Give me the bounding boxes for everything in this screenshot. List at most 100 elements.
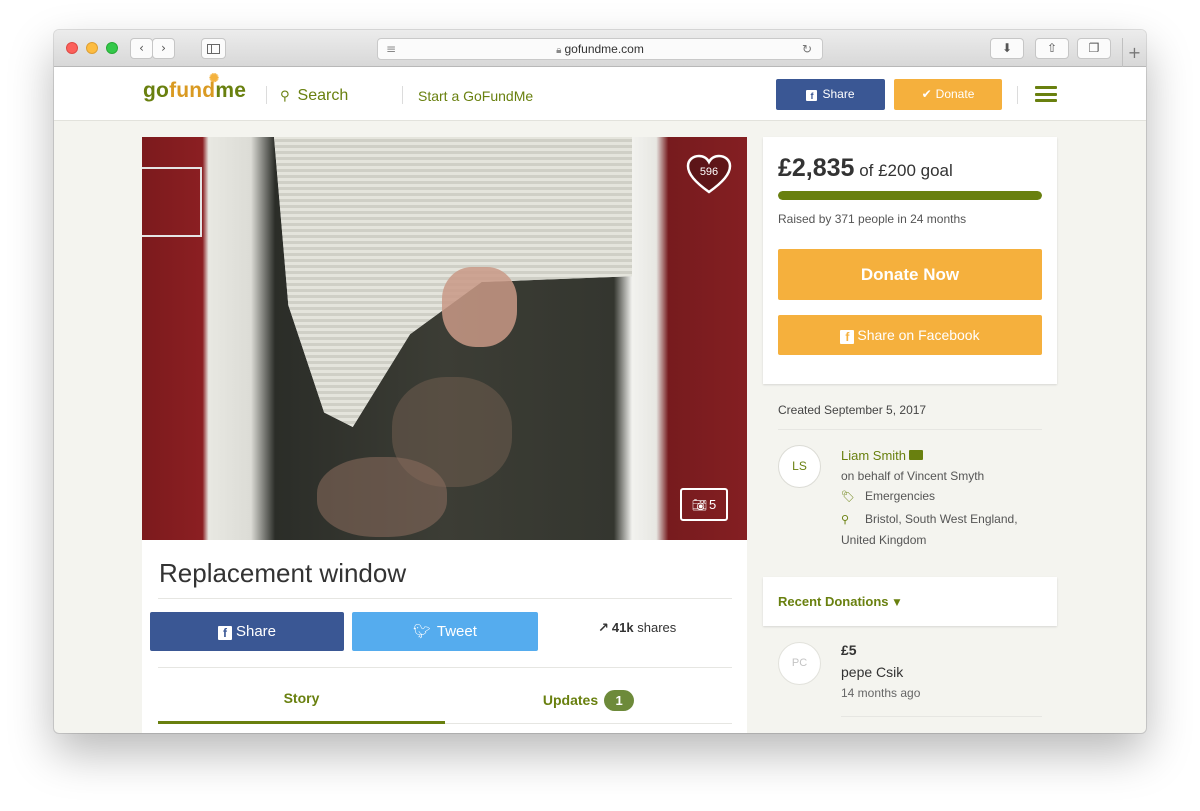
photo-count: 5	[709, 497, 717, 512]
recent-donations-label: Recent Donations	[778, 594, 889, 609]
share-count: ↗ 41k shares	[598, 620, 676, 636]
hand	[442, 267, 517, 347]
campaign-title: Replacement window	[159, 558, 407, 588]
progress-fill	[778, 191, 1042, 200]
header-divider	[402, 86, 403, 104]
organizer-avatar: LS	[778, 445, 821, 488]
donate-now-button[interactable]: Donate Now	[778, 249, 1042, 300]
goal-text: of £200 goal	[859, 161, 953, 180]
updates-count-badge: 1	[604, 690, 635, 711]
site-header: gofundme ✺ ⚲ Search Start a GoFundMe f Sha…	[54, 67, 1146, 121]
search-link[interactable]: ⚲ Search	[280, 87, 348, 105]
search-label: Search	[297, 87, 349, 104]
start-gofundme-link[interactable]: Start a GoFundMe	[418, 88, 533, 104]
share-sheet-button[interactable]: ⇧	[1035, 38, 1069, 59]
recent-donations-header[interactable]: Recent Donations ▼	[763, 577, 1057, 626]
organizer-name-link[interactable]: Liam Smith	[841, 448, 924, 463]
tab-updates-label: Updates	[542, 692, 599, 708]
beneficiary-text: on behalf of Vincent Smyth	[841, 469, 985, 483]
minimize-window-button[interactable]	[86, 42, 98, 54]
downloads-button[interactable]: ⬇	[990, 38, 1024, 59]
share-on-facebook-button[interactable]: f Share on Facebook	[778, 315, 1042, 355]
tab-story[interactable]: Story	[158, 690, 445, 706]
trending-icon: ↗	[598, 621, 609, 636]
active-tab-indicator	[158, 721, 445, 724]
logo-sun-icon: ✺	[209, 71, 220, 85]
close-window-button[interactable]	[66, 42, 78, 54]
campaign-card: Replacement window f Share 🐦︎ Tweet ↗ 41k s…	[142, 540, 747, 733]
envelope-icon[interactable]	[909, 450, 924, 460]
share-on-facebook-label: Share on Facebook	[857, 327, 980, 343]
url-text: gofundme.com	[564, 42, 644, 56]
tab-updates[interactable]: Updates 1	[445, 690, 732, 711]
divider	[158, 667, 732, 668]
tweet-button[interactable]: 🐦︎ Tweet	[352, 612, 538, 651]
facebook-icon: f	[806, 90, 818, 101]
tabs-overview-button[interactable]: ❐	[1077, 38, 1111, 59]
zoom-window-button[interactable]	[106, 42, 118, 54]
heart-button[interactable]: 596	[685, 153, 733, 195]
donation-time: 14 months ago	[841, 686, 921, 700]
divider	[841, 716, 1042, 717]
browser-window: ‹ › ≡ 🔒︎ gofundme.com ↻ ⬇ ⇧ ❐ + gofundme …	[54, 30, 1146, 733]
share-count-label: shares	[637, 620, 677, 635]
twitter-icon: 🐦︎	[413, 624, 431, 640]
header-donate-button[interactable]: ✔ Donate	[894, 79, 1002, 110]
category-label: Emergencies	[865, 489, 936, 503]
photo-gallery-button[interactable]: 📷︎ 5	[680, 488, 728, 521]
address-bar[interactable]: ≡ 🔒︎ gofundme.com ↻	[377, 38, 823, 60]
lock-icon: 🔒︎	[556, 45, 562, 56]
header-share-button[interactable]: f Share	[776, 79, 885, 110]
tabs-icon: ❐	[1088, 41, 1100, 55]
tweet-label: Tweet	[436, 623, 477, 640]
facebook-icon: f	[840, 330, 855, 344]
share-label: Share	[235, 623, 277, 640]
logo-me-text: me	[215, 79, 247, 102]
header-divider	[1017, 86, 1018, 104]
reload-icon[interactable]: ↻	[802, 39, 812, 59]
header-donate-label: Donate	[935, 87, 975, 101]
campaign-photo[interactable]: 596 📷︎ 5	[142, 137, 747, 540]
donation-amount: £5	[841, 642, 857, 658]
chevron-right-icon: ›	[161, 41, 166, 55]
camera-icon: 📷︎	[691, 498, 707, 512]
forward-button[interactable]: ›	[152, 38, 175, 59]
header-share-label: Share	[822, 87, 855, 101]
donor-avatar: PC	[778, 642, 821, 685]
gofundme-logo[interactable]: gofundme ✺	[143, 71, 247, 103]
map-pin-icon: ⚲	[841, 513, 850, 526]
raised-amount: £2,835	[778, 154, 855, 182]
divider	[778, 429, 1042, 430]
divider	[158, 598, 732, 599]
recent-donations-title[interactable]: Recent Donations ▼	[778, 594, 900, 609]
location-line2: United Kingdom	[841, 533, 927, 547]
browser-toolbar: ‹ › ≡ 🔒︎ gofundme.com ↻ ⬇ ⇧ ❐ +	[54, 30, 1146, 67]
amount-raised: £2,835 of £200 goal	[778, 154, 953, 183]
logo-go-text: go	[143, 79, 170, 102]
plus-icon: +	[1127, 43, 1142, 62]
reader-icon[interactable]: ≡	[386, 39, 396, 59]
sidebar-icon	[207, 44, 220, 54]
sidebar-toggle-button[interactable]	[201, 38, 226, 59]
donation-card: £2,835 of £200 goal Raised by 371 people…	[763, 137, 1057, 384]
chevron-left-icon: ‹	[139, 41, 144, 55]
caret-down-icon: ▼	[893, 598, 901, 608]
facebook-icon: f	[217, 626, 232, 640]
search-icon: ⚲	[280, 89, 290, 104]
created-date: Created September 5, 2017	[778, 403, 927, 417]
share-icon: ⇧	[1046, 41, 1058, 55]
raised-by-text: Raised by 371 people in 24 months	[778, 212, 967, 226]
blurred-arm	[317, 457, 447, 537]
new-tab-button[interactable]: +	[1122, 38, 1146, 67]
progress-bar	[778, 191, 1042, 200]
organizer-name: Liam Smith	[841, 448, 907, 463]
category[interactable]: 🏷︎ Emergencies	[841, 489, 935, 503]
back-button[interactable]: ‹	[130, 38, 153, 59]
share-count-value: 41k	[611, 620, 634, 635]
donor-name: pepe Csik	[841, 664, 904, 680]
hamburger-menu-icon[interactable]	[1035, 86, 1057, 102]
facebook-share-button[interactable]: f Share	[150, 612, 344, 651]
header-divider	[266, 86, 267, 104]
location: ⚲ Bristol, South West England, United Kin…	[841, 509, 1051, 550]
location-line1: Bristol, South West England,	[865, 512, 1018, 526]
